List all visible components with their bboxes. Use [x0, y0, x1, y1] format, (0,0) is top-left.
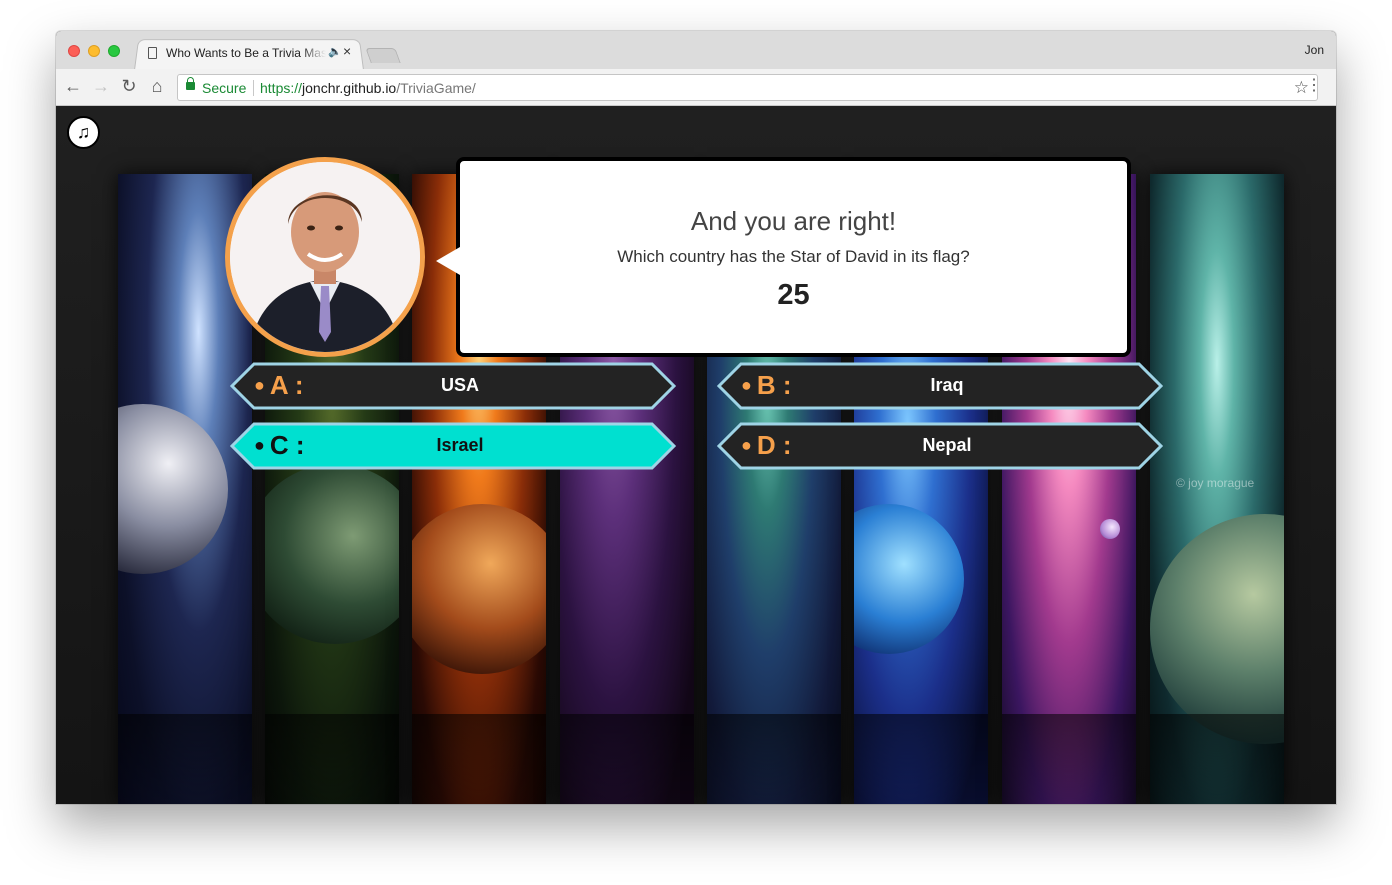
- panel-reflection: [707, 714, 841, 804]
- answer-status: And you are right!: [690, 206, 897, 236]
- answer-letter-text: A :: [269, 370, 304, 400]
- browser-tab-content[interactable]: Who Wants to Be a Trivia Master 🔈 ×: [140, 38, 360, 69]
- answer-text: Nepal: [922, 435, 972, 455]
- artist-watermark: © joy morague: [1176, 476, 1255, 490]
- countdown-timer: 25: [777, 279, 810, 311]
- answer-letter: ● C :: [254, 430, 305, 460]
- answer-letter: ● D :: [741, 430, 792, 460]
- new-tab-button[interactable]: [365, 48, 401, 63]
- panel-reflection: [560, 714, 694, 804]
- background-moon: [1100, 519, 1120, 539]
- browser-toolbar: ← → ↻ ⌂ Secure https://jonchr.github.io/…: [56, 69, 1336, 106]
- answer-text: USA: [440, 375, 479, 395]
- answer-letter-text: B :: [756, 370, 792, 400]
- panel-reflection: [1002, 714, 1136, 804]
- page-icon: [148, 47, 157, 59]
- answer-text: Israel: [436, 435, 484, 455]
- panel-reflection: [1150, 714, 1284, 804]
- background-planet: [118, 404, 228, 574]
- music-note-icon[interactable]: ♫: [67, 116, 100, 149]
- panel-reflection: [854, 714, 988, 804]
- forward-arrow-icon[interactable]: →: [90, 75, 112, 97]
- panel-reflection: [118, 714, 252, 804]
- zoom-window-button[interactable]: [108, 45, 120, 57]
- question-bubble: And you are right! Which country has the…: [436, 157, 1131, 357]
- host-portrait: [230, 162, 420, 352]
- page-viewport: © joy morague ♫ And you are right! Which…: [56, 106, 1336, 804]
- answer-option-c[interactable]: ● C : Israel: [230, 422, 676, 470]
- secure-label: Secure: [202, 80, 247, 96]
- omnibox-divider: [253, 80, 254, 96]
- background-planet: [854, 504, 964, 654]
- panel-reflection: [265, 714, 399, 804]
- background-planet: [1150, 514, 1284, 744]
- lock-icon: [186, 77, 195, 90]
- close-window-button[interactable]: [68, 45, 80, 57]
- tab-title: Who Wants to Be a Trivia Master: [166, 46, 326, 60]
- background-planet: [265, 464, 399, 644]
- browser-menu-icon[interactable]: ⋮: [1306, 75, 1322, 97]
- profile-name[interactable]: Jon: [1305, 43, 1324, 57]
- answer-text: Iraq: [930, 375, 964, 395]
- close-tab-icon[interactable]: ×: [343, 43, 351, 59]
- back-arrow-icon[interactable]: ←: [62, 75, 84, 97]
- url-path: /TriviaGame/: [396, 80, 476, 96]
- answer-letter-text: C :: [269, 430, 305, 460]
- answer-letter-text: D :: [756, 430, 792, 460]
- answer-option-d[interactable]: ● D : Nepal: [717, 422, 1163, 470]
- url-scheme: https://: [260, 80, 303, 96]
- answer-letter: ● A :: [254, 370, 304, 400]
- address-bar[interactable]: Secure https://jonchr.github.io/TriviaGa…: [177, 74, 1318, 101]
- browser-window: Who Wants to Be a Trivia Master 🔈 × Jon …: [56, 31, 1336, 804]
- answer-option-a[interactable]: ● A : USA: [230, 362, 676, 410]
- title-bar: Who Wants to Be a Trivia Master 🔈 × Jon: [56, 31, 1336, 70]
- reload-icon[interactable]: ↻: [118, 75, 140, 97]
- question-text: Which country has the Star of David in i…: [617, 247, 970, 266]
- background-planet: [412, 504, 546, 674]
- url-host: jonchr.github.io: [302, 80, 397, 96]
- answer-letter: ● B :: [741, 370, 792, 400]
- url-text[interactable]: https://jonchr.github.io/TriviaGame/: [260, 80, 476, 96]
- panel-reflection: [412, 714, 546, 804]
- host-avatar: [225, 157, 425, 357]
- minimize-window-button[interactable]: [88, 45, 100, 57]
- answer-option-b[interactable]: ● B : Iraq: [717, 362, 1163, 410]
- home-icon[interactable]: ⌂: [146, 75, 168, 97]
- speaker-icon[interactable]: 🔈: [328, 45, 342, 58]
